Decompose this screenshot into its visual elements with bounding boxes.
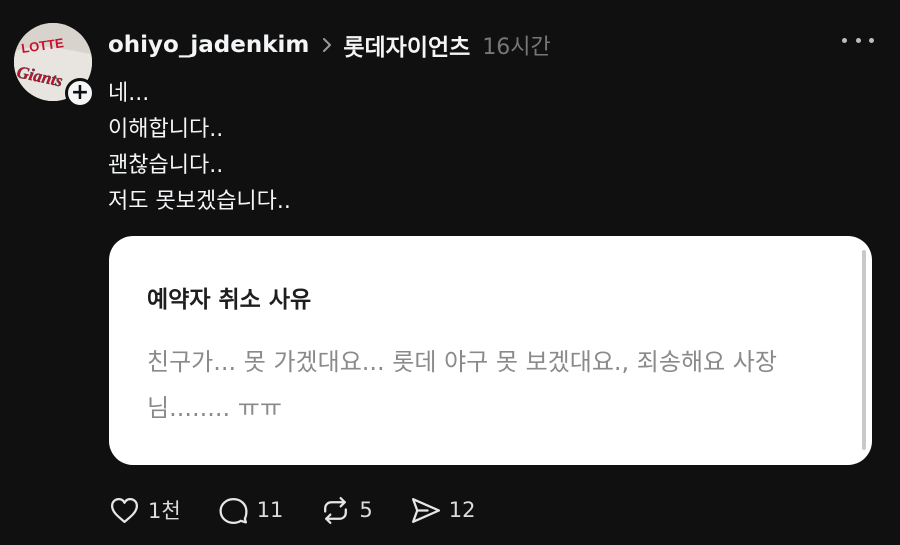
- action-bar: 1천 11 5 12: [108, 492, 512, 528]
- card-body: 친구가... 못 가겠대요... 롯데 야구 못 보겠대요., 죄송해요 사장님…: [147, 348, 777, 422]
- comment-count: 11: [256, 498, 284, 522]
- community-name[interactable]: 롯데자이언츠: [343, 28, 470, 62]
- more-icon[interactable]: [842, 34, 874, 46]
- follow-plus-button[interactable]: +: [65, 78, 95, 108]
- post-line: 저도 못보겠습니다..: [108, 189, 291, 214]
- repost-button[interactable]: 5: [319, 494, 373, 527]
- card-scrollbar: [862, 250, 866, 450]
- chevron-right-icon: [323, 38, 332, 52]
- comment-button[interactable]: 11: [217, 494, 284, 527]
- post-line: 이해합니다..: [108, 117, 224, 142]
- attached-image-card[interactable]: 예약자 취소 사유 친구가... 못 가겠대요... 롯데 야구 못 보겠대요.…: [109, 236, 872, 465]
- like-count: 1천: [148, 499, 181, 523]
- heart-icon: [110, 497, 139, 523]
- card-title: 예약자 취소 사유: [147, 287, 312, 313]
- share-count: 12: [448, 498, 476, 522]
- share-icon: [411, 497, 440, 523]
- repost-icon: [324, 496, 348, 524]
- post-body: 네... 이해합니다.. 괜찮습니다.. 저도 못보겠습니다..: [108, 76, 291, 220]
- post-time: 16시간: [482, 35, 551, 60]
- comment-icon: [219, 497, 248, 524]
- post-line: 괜찮습니다..: [108, 153, 224, 178]
- plus-icon: +: [70, 80, 90, 105]
- like-button[interactable]: 1천: [108, 494, 181, 527]
- username[interactable]: ohiyo_jadenkim: [108, 32, 309, 58]
- post-header: ohiyo_jadenkim 롯데자이언츠 16시간: [108, 28, 551, 62]
- post-line: 네...: [108, 81, 150, 106]
- share-button[interactable]: 12: [409, 494, 476, 527]
- thread-post: LOTTE Giants + ohiyo_jadenkim 롯데자이언츠 16시…: [0, 0, 900, 545]
- repost-count: 5: [359, 498, 373, 522]
